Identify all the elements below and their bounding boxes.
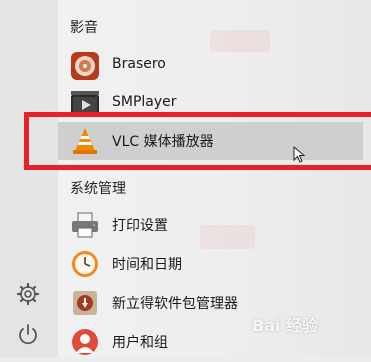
app-label: SMPlayer [112, 94, 177, 110]
app-label: Brasero [112, 56, 166, 72]
brasero-disc-icon [70, 51, 100, 81]
category-media: 影音 [70, 20, 98, 36]
watermark: Bai 经验 [252, 316, 319, 335]
app-item-brasero[interactable]: Brasero [58, 46, 363, 86]
mouse-cursor-icon [293, 145, 307, 168]
gear-icon[interactable] [16, 282, 40, 306]
app-label: 新立得软件包管理器 [112, 296, 238, 312]
printer-icon [70, 210, 100, 240]
power-icon[interactable] [16, 323, 40, 347]
app-label: 打印设置 [112, 218, 168, 234]
app-item-print-settings[interactable]: 打印设置 [58, 205, 363, 245]
users-icon [70, 327, 100, 357]
app-label: 时间和日期 [112, 257, 182, 273]
red-highlight-annotation [24, 112, 371, 170]
sidebar [0, 0, 58, 357]
package-manager-icon [70, 288, 100, 318]
clock-icon [70, 249, 100, 279]
app-item-time-date[interactable]: 时间和日期 [58, 244, 363, 284]
category-system: 系统管理 [70, 181, 126, 197]
app-label: 用户和组 [112, 335, 168, 351]
